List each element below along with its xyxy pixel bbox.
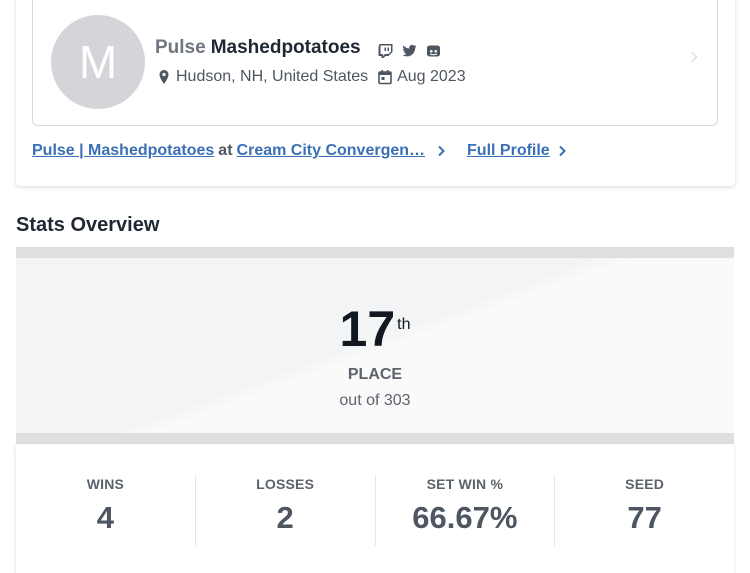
stat-label: LOSSES bbox=[256, 476, 315, 492]
joined-date: Aug 2023 bbox=[378, 68, 466, 86]
chevron-right-icon[interactable] bbox=[556, 145, 568, 157]
event-name-link[interactable]: Cream City Convergen… bbox=[237, 142, 426, 160]
stat-set-win-percent: SET WIN % 66.67% bbox=[374, 476, 555, 546]
stat-label: SET WIN % bbox=[426, 476, 504, 492]
stat-value: 2 bbox=[276, 500, 294, 535]
placement-suffix: th bbox=[397, 316, 411, 333]
chevron-right-icon[interactable] bbox=[435, 145, 447, 157]
stat-seed: SEED 77 bbox=[554, 476, 734, 546]
player-name: Pulse Mashedpotatoes bbox=[155, 37, 442, 59]
profile-links: Pulse | Mashedpotatoes at Cream City Con… bbox=[32, 142, 568, 160]
stat-losses: LOSSES 2 bbox=[194, 476, 375, 546]
full-profile-link[interactable]: Full Profile bbox=[467, 142, 550, 160]
twitter-icon[interactable] bbox=[401, 43, 418, 59]
stat-label: SEED bbox=[625, 476, 665, 492]
stat-value: 4 bbox=[96, 500, 114, 535]
at-text: at bbox=[218, 142, 233, 159]
event-player-link[interactable]: Pulse | Mashedpotatoes bbox=[32, 142, 214, 160]
calendar-icon bbox=[378, 70, 392, 85]
placement-total: out of 303 bbox=[339, 392, 411, 409]
gamertag: Mashedpotatoes bbox=[210, 37, 361, 58]
location-pin-icon bbox=[159, 70, 169, 84]
avatar-initial: M bbox=[78, 36, 118, 88]
chevron-right-icon[interactable] bbox=[687, 50, 701, 64]
stat-value: 66.67% bbox=[412, 500, 518, 535]
sponsor-prefix: Pulse bbox=[155, 37, 206, 58]
social-links bbox=[377, 43, 442, 59]
location: Hudson, NH, United States bbox=[157, 68, 368, 86]
placement-value: 17 bbox=[339, 301, 396, 357]
player-profile-card: M Pulse Mashedpotatoes Hudson, NH, Unite… bbox=[16, 0, 735, 186]
stat-wins: WINS 4 bbox=[16, 476, 195, 546]
player-summary[interactable]: M Pulse Mashedpotatoes Hudson, NH, Unite… bbox=[32, 0, 718, 126]
twitch-icon[interactable] bbox=[377, 43, 394, 59]
placement-label: PLACE bbox=[347, 366, 403, 383]
discord-icon[interactable] bbox=[425, 43, 442, 59]
joined-text: Aug 2023 bbox=[397, 68, 466, 85]
stats-summary: WINS 4 LOSSES 2 SET WIN % 66.67% SEED 77 bbox=[16, 444, 734, 573]
player-meta: Hudson, NH, United States Aug 2023 bbox=[157, 68, 466, 86]
avatar: M bbox=[51, 15, 145, 109]
stats-overview-title: Stats Overview bbox=[16, 214, 160, 236]
stat-value: 77 bbox=[627, 500, 662, 535]
location-text: Hudson, NH, United States bbox=[176, 68, 369, 85]
placement-number: 17th bbox=[16, 304, 734, 354]
placement-panel: 17th PLACE out of 303 bbox=[16, 247, 734, 444]
stat-label: WINS bbox=[86, 476, 125, 492]
